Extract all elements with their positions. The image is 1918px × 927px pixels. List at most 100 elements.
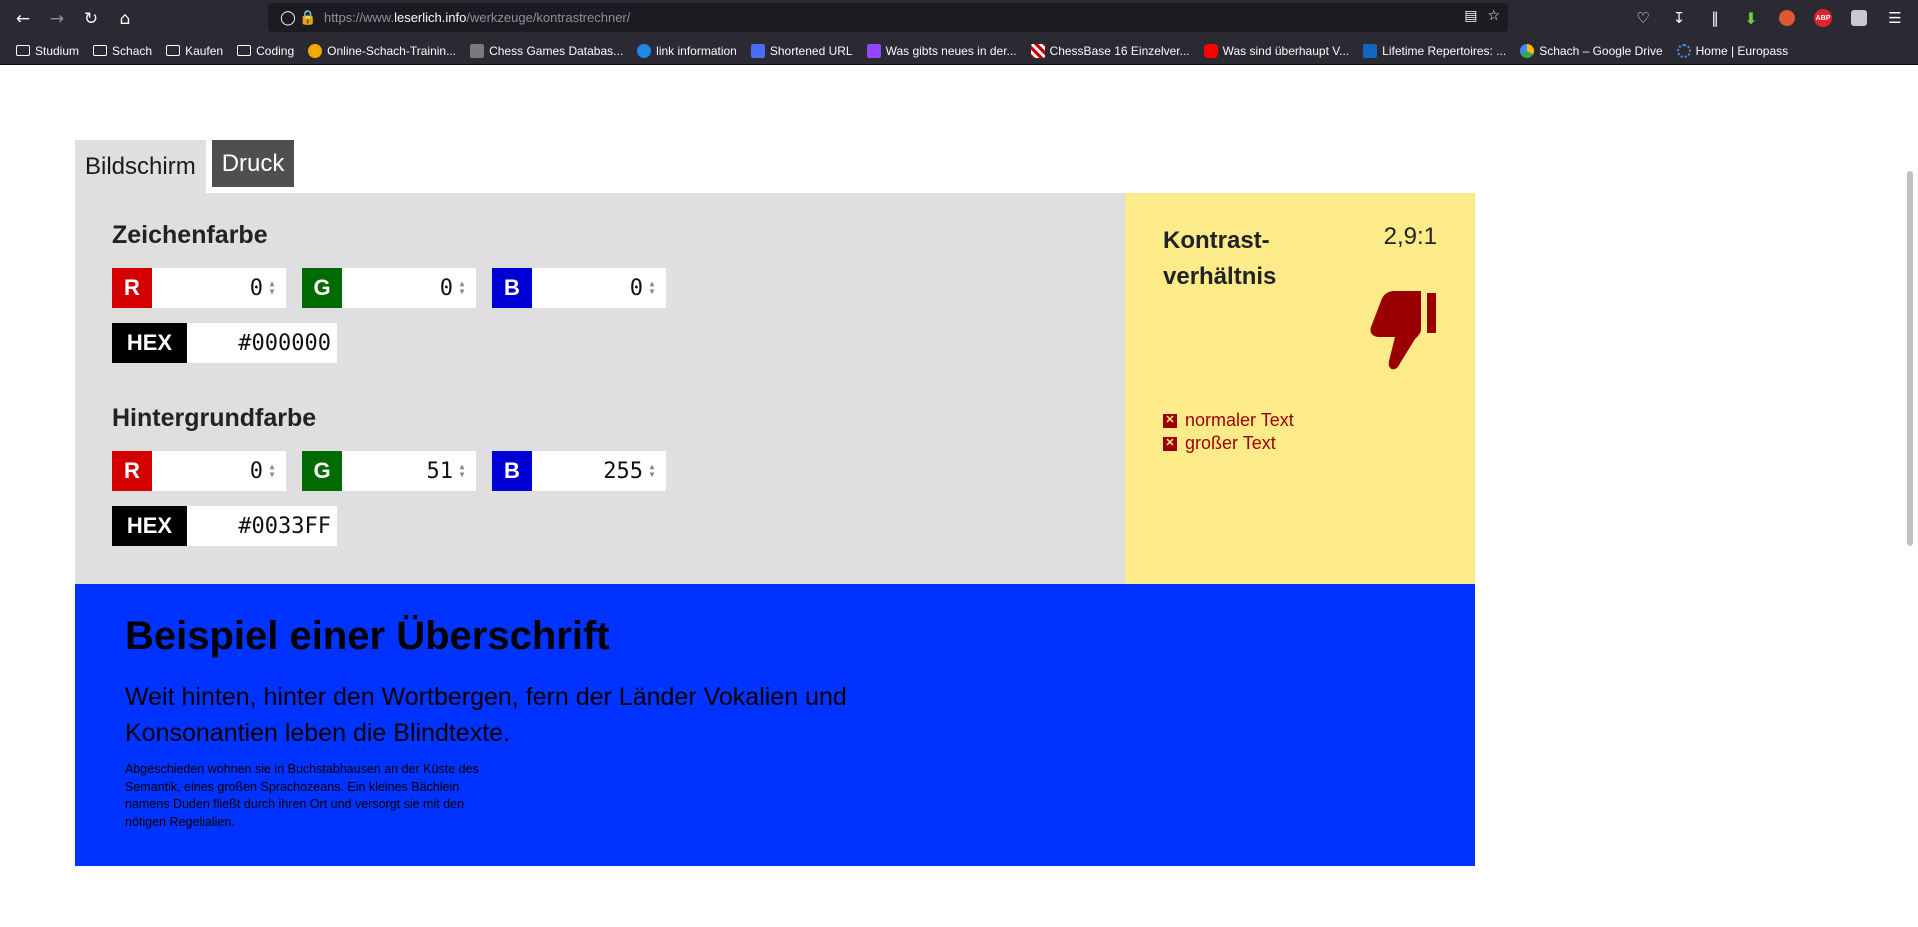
bookmark-label: Online-Schach-Trainin... bbox=[327, 43, 457, 58]
bookmark-label: Schach – Google Drive bbox=[1539, 43, 1663, 58]
site-favicon-icon bbox=[308, 43, 323, 58]
bookmark-folder-coding[interactable]: Coding bbox=[231, 40, 300, 62]
bookmark-label: Shortened URL bbox=[769, 43, 853, 58]
folder-icon bbox=[237, 45, 252, 56]
pocket-icon[interactable]: ♡ bbox=[1628, 4, 1658, 32]
bookmark-shortened-url[interactable]: Shortened URL bbox=[745, 40, 859, 62]
url-text[interactable]: https://www.leserlich.info/werkzeuge/kon… bbox=[324, 10, 630, 25]
foreground-b-field[interactable]: B 0 ▲ ▼ bbox=[492, 268, 666, 308]
menu-icon[interactable]: ☰ bbox=[1880, 4, 1910, 32]
thumbs-down-icon bbox=[1370, 291, 1436, 370]
background-b-field[interactable]: B 255 ▲ ▼ bbox=[492, 451, 666, 491]
foreground-b-input[interactable]: 0 ▲ ▼ bbox=[532, 268, 666, 308]
bookmark-chessbase[interactable]: ChessBase 16 Einzelver... bbox=[1025, 40, 1196, 62]
bookmark-label: Chess Games Databas... bbox=[489, 43, 624, 58]
bookmark-label: Studium bbox=[35, 43, 80, 58]
shield-icon[interactable]: ◯ bbox=[278, 10, 298, 26]
hex-label: HEX bbox=[112, 323, 187, 363]
bookmark-folder-kaufen[interactable]: Kaufen bbox=[160, 40, 229, 62]
bookmark-lifetime-repertoires[interactable]: Lifetime Repertoires: ... bbox=[1357, 40, 1512, 62]
background-r-input[interactable]: 0 ▲ ▼ bbox=[152, 451, 286, 491]
chessbase-icon bbox=[1030, 43, 1045, 58]
spinner-icon[interactable]: ▲ ▼ bbox=[266, 279, 278, 297]
spinner-icon[interactable]: ▲ ▼ bbox=[456, 279, 468, 297]
background-b-input[interactable]: 255 ▲ ▼ bbox=[532, 451, 666, 491]
reader-view-icon[interactable]: ▤ bbox=[1464, 8, 1477, 24]
foreground-r-field[interactable]: R 0 ▲ ▼ bbox=[112, 268, 286, 308]
bookmark-folder-schach[interactable]: Schach bbox=[87, 40, 158, 62]
back-icon[interactable]: ← bbox=[6, 4, 40, 34]
abp-label: ABP bbox=[1814, 9, 1832, 27]
foreground-g-value: 0 bbox=[439, 275, 453, 301]
preview-panel: Beispiel einer Überschrift Weit hinten, … bbox=[75, 584, 1475, 866]
r-label: R bbox=[112, 268, 152, 308]
check-large-text: ✕ großer Text bbox=[1163, 432, 1294, 455]
download-extension-icon[interactable]: ⬇ bbox=[1736, 4, 1766, 32]
library-icon[interactable]: ‖ bbox=[1700, 4, 1730, 32]
g-label: G bbox=[302, 268, 342, 308]
duckduckgo-icon[interactable] bbox=[1772, 4, 1802, 32]
spinner-icon[interactable]: ▲ ▼ bbox=[646, 279, 658, 297]
foreground-hex-input[interactable]: #000000 bbox=[187, 323, 337, 363]
r-label: R bbox=[112, 451, 152, 491]
background-g-field[interactable]: G 51 ▲ ▼ bbox=[302, 451, 476, 491]
fail-x-icon: ✕ bbox=[1163, 436, 1177, 451]
url-bar[interactable]: ◯ 🔒 https://www.leserlich.info/werkzeuge… bbox=[268, 3, 1508, 32]
site-favicon-icon bbox=[750, 43, 765, 58]
spinner-icon[interactable]: ▲ ▼ bbox=[266, 462, 278, 480]
bookmarks-bar: Studium Schach Kaufen Coding Online-Scha… bbox=[0, 37, 1918, 65]
bookmark-online-schach[interactable]: Online-Schach-Trainin... bbox=[302, 40, 462, 62]
foreground-b-value: 0 bbox=[629, 275, 643, 301]
url-prefix: https://www. bbox=[324, 10, 395, 25]
bookmark-folder-studium[interactable]: Studium bbox=[10, 40, 85, 62]
browser-toolbar: ← → ↻ ⌂ ◯ 🔒 https://www.leserlich.info/w… bbox=[0, 0, 1918, 37]
check-normal-text: ✕ normaler Text bbox=[1163, 409, 1294, 432]
forward-icon[interactable]: → bbox=[40, 4, 74, 34]
extension-icon[interactable] bbox=[1844, 4, 1874, 32]
europass-icon bbox=[1676, 43, 1691, 58]
downloads-icon[interactable]: ↧ bbox=[1664, 4, 1694, 32]
folder-icon bbox=[93, 45, 108, 56]
bookmark-google-drive[interactable]: Schach – Google Drive bbox=[1514, 40, 1668, 62]
tab-druck[interactable]: Druck bbox=[211, 140, 295, 187]
url-path: /werkzeuge/kontrastrechner/ bbox=[466, 10, 631, 25]
bookmark-label: link information bbox=[656, 43, 737, 58]
contrast-result-panel: Kontrast- verhältnis 2,9:1 ✕ normaler Tex… bbox=[1125, 193, 1475, 584]
background-g-input[interactable]: 51 ▲ ▼ bbox=[342, 451, 476, 491]
site-favicon-icon bbox=[470, 43, 485, 58]
foreground-g-field[interactable]: G 0 ▲ ▼ bbox=[302, 268, 476, 308]
bookmark-star-icon[interactable]: ☆ bbox=[1487, 8, 1500, 24]
bookmark-europass[interactable]: Home | Europass bbox=[1671, 40, 1795, 62]
spinner-icon[interactable]: ▲ ▼ bbox=[456, 462, 468, 480]
spinner-icon[interactable]: ▲ ▼ bbox=[646, 462, 658, 480]
foreground-r-input[interactable]: 0 ▲ ▼ bbox=[152, 268, 286, 308]
folder-icon bbox=[166, 45, 181, 56]
background-hex-field[interactable]: HEX #0033FF bbox=[112, 506, 337, 546]
reload-icon[interactable]: ↻ bbox=[74, 4, 108, 34]
twitch-icon bbox=[866, 43, 881, 58]
site-favicon-icon bbox=[1363, 43, 1378, 58]
preview-paragraph: Weit hinten, hinter den Wortbergen, fern… bbox=[125, 683, 847, 747]
page-scrollbar[interactable] bbox=[1902, 66, 1918, 927]
globe-icon bbox=[637, 43, 652, 58]
foreground-g-input[interactable]: 0 ▲ ▼ bbox=[342, 268, 476, 308]
bookmark-label: Was sind überhaupt V... bbox=[1222, 43, 1350, 58]
bookmark-link-information[interactable]: link information bbox=[631, 40, 743, 62]
lock-icon[interactable]: 🔒 bbox=[298, 10, 318, 26]
tab-bildschirm[interactable]: Bildschirm bbox=[75, 140, 206, 194]
page-content: Bildschirm Druck Zeichenfarbe R 0 ▲ ▼ G 0 ▲… bbox=[0, 66, 1918, 927]
adblock-plus-icon[interactable]: ABP bbox=[1808, 4, 1838, 32]
youtube-icon bbox=[1203, 43, 1218, 58]
check-label: großer Text bbox=[1185, 433, 1276, 453]
wcag-checks: ✕ normaler Text ✕ großer Text bbox=[1163, 409, 1294, 455]
background-r-field[interactable]: R 0 ▲ ▼ bbox=[112, 451, 286, 491]
folder-icon bbox=[16, 45, 30, 56]
bookmark-youtube[interactable]: Was sind überhaupt V... bbox=[1198, 40, 1356, 62]
home-icon[interactable]: ⌂ bbox=[108, 4, 142, 34]
foreground-hex-field[interactable]: HEX #000000 bbox=[112, 323, 337, 363]
background-hex-input[interactable]: #0033FF bbox=[187, 506, 337, 546]
foreground-title: Zeichenfarbe bbox=[112, 221, 268, 249]
bookmark-chess-games[interactable]: Chess Games Databas... bbox=[464, 40, 629, 62]
scrollbar-thumb[interactable] bbox=[1907, 171, 1913, 546]
bookmark-twitch[interactable]: Was gibts neues in der... bbox=[861, 40, 1023, 62]
